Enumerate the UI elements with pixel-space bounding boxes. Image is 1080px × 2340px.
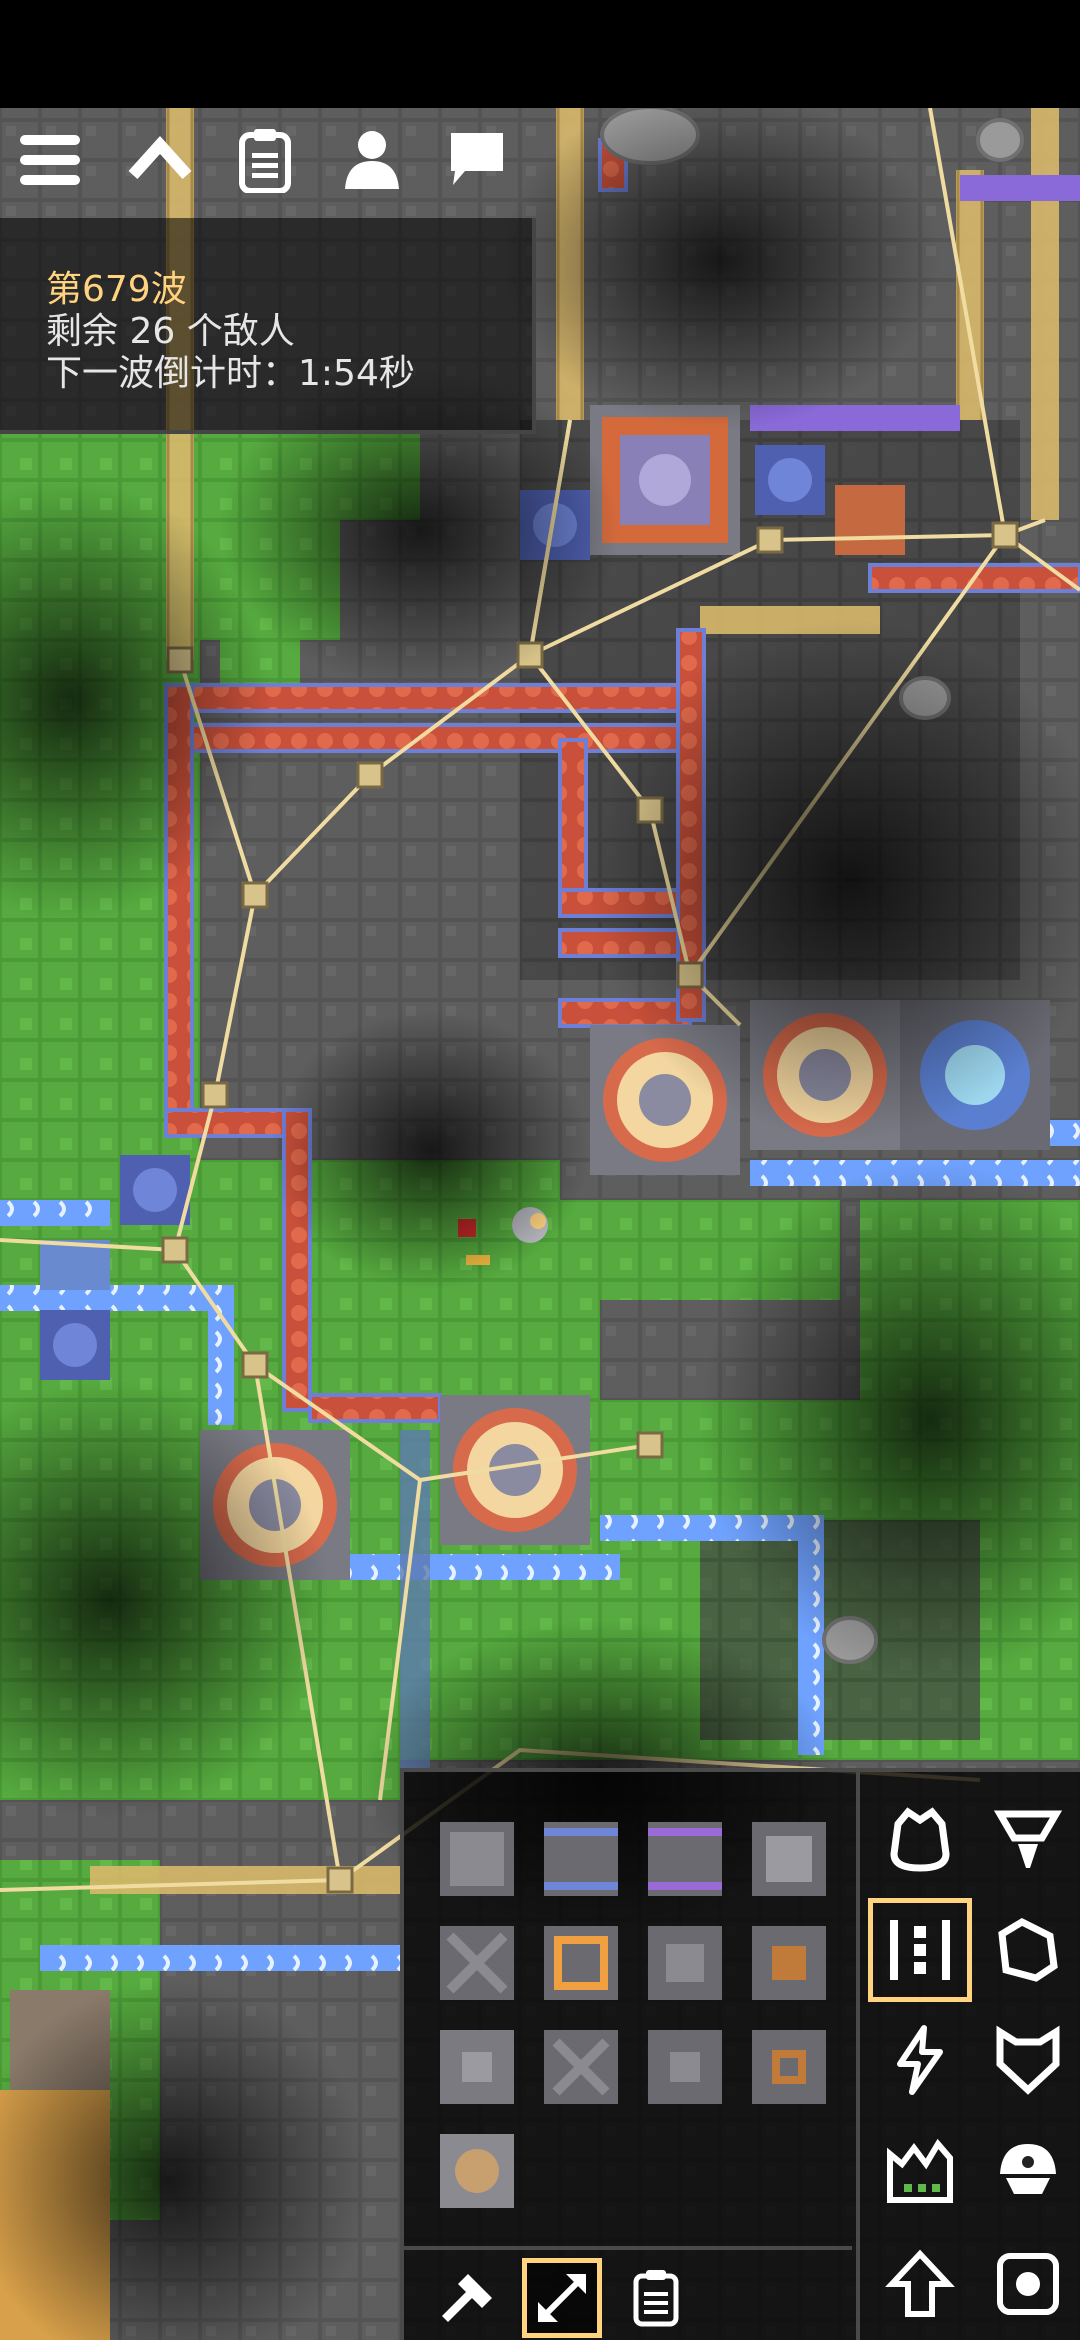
overflow-gate-icon: [544, 2030, 618, 2104]
bridge-conveyor-icon: [440, 1926, 514, 2000]
block-mass-driver[interactable]: [440, 2134, 514, 2208]
hammer-icon: [442, 2274, 492, 2322]
menu-icon: [20, 135, 80, 185]
players-button[interactable]: [332, 120, 412, 200]
build-panel: [400, 1768, 1080, 2340]
unloader-icon: [752, 2030, 826, 2104]
units-icon: [1000, 2144, 1056, 2194]
collapse-button[interactable]: [120, 120, 200, 200]
category-defense[interactable]: [976, 2008, 1080, 2112]
junction-icon: [752, 1822, 826, 1896]
conveyor-block-icon: [440, 1822, 514, 1896]
block-plastanium-conveyor[interactable]: [648, 1822, 722, 1896]
distribution-icon: [890, 1920, 950, 1980]
status-bar: [0, 0, 1080, 108]
drill-icon: [993, 1810, 1063, 1868]
block-grid: [424, 1792, 854, 2242]
schematics-button[interactable]: [616, 2258, 696, 2338]
category-power[interactable]: [868, 2008, 972, 2112]
block-conveyor[interactable]: [440, 1822, 514, 1896]
category-distribution[interactable]: [868, 1898, 972, 2002]
chat-icon: [451, 133, 503, 185]
turret-icon: [890, 1807, 950, 1872]
titanium-conveyor-icon: [544, 1822, 618, 1896]
pick-mode-button[interactable]: [522, 2258, 602, 2338]
distributor-icon: [440, 2030, 514, 2104]
plastanium-conveyor-icon: [648, 1822, 722, 1896]
block-underflow-gate[interactable]: [648, 2030, 722, 2104]
menu-button[interactable]: [10, 120, 90, 200]
deconstruct-mode-button[interactable]: [428, 2258, 508, 2338]
next-wave-countdown: 下一波倒计时：1:54秒: [46, 353, 415, 394]
block-router[interactable]: [752, 1926, 826, 2000]
category-turret[interactable]: [868, 1788, 972, 1892]
underflow-gate-icon: [648, 2030, 722, 2104]
clipboard-icon: [239, 129, 291, 193]
block-distributor[interactable]: [440, 2030, 514, 2104]
category-crafting[interactable]: [868, 2118, 972, 2222]
liquid-icon: [998, 1918, 1058, 1982]
expand-icon: [537, 2273, 587, 2323]
schematic-icon: [633, 2270, 679, 2327]
chat-button[interactable]: [436, 120, 516, 200]
category-drill[interactable]: [976, 1788, 1080, 1892]
upgrade-arrow-icon: [885, 2249, 955, 2317]
rotate-button[interactable]: [976, 2232, 1080, 2336]
block-junction[interactable]: [752, 1822, 826, 1896]
category-liquid[interactable]: [976, 1898, 1080, 2002]
crafting-icon: [887, 2138, 953, 2203]
category-units[interactable]: [976, 2118, 1080, 2222]
chevron-up-icon: [128, 136, 192, 180]
category-column: [856, 1772, 1080, 2340]
block-unloader[interactable]: [752, 2030, 826, 2104]
block-inverted-sorter[interactable]: [648, 1926, 722, 2000]
top-toolbar: [0, 120, 540, 218]
upgrade-button[interactable]: [868, 2232, 972, 2336]
enemies-remaining: 剩余 26 个敌人: [46, 311, 295, 352]
wave-info-panel: 第679波 剩余 26 个敌人 下一波倒计时：1:54秒: [0, 218, 536, 434]
player-icon: [345, 131, 399, 189]
wave-number: 第679波: [46, 269, 187, 310]
block-bridge[interactable]: [440, 1926, 514, 2000]
mode-row: [404, 2246, 852, 2340]
database-button[interactable]: [225, 120, 305, 200]
power-icon: [897, 2025, 943, 2095]
block-titanium-conveyor[interactable]: [544, 1822, 618, 1896]
block-overflow-gate[interactable]: [544, 2030, 618, 2104]
block-sorter[interactable]: [544, 1926, 618, 2000]
inverted-sorter-icon: [648, 1926, 722, 2000]
mass-driver-icon: [440, 2134, 514, 2208]
rotate-icon: [997, 2253, 1059, 2315]
router-icon: [752, 1926, 826, 2000]
sorter-icon: [544, 1926, 618, 2000]
defense-icon: [996, 2025, 1060, 2095]
